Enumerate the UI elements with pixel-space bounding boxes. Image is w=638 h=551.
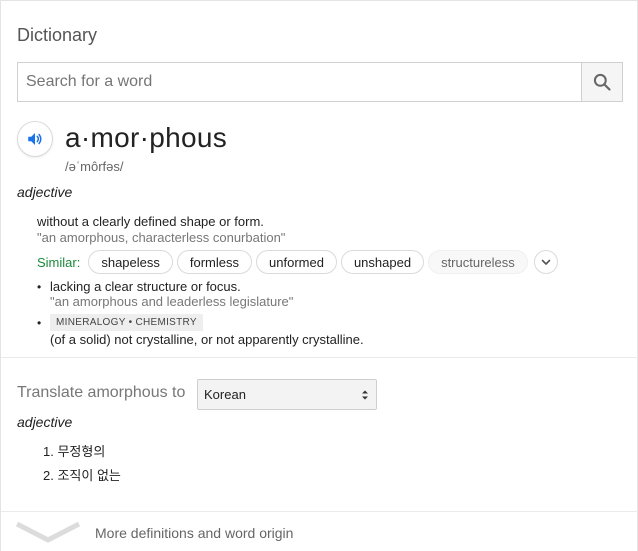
chevron-down-icon — [541, 259, 551, 265]
bullet-3: • — [37, 316, 42, 330]
search-button[interactable] — [581, 63, 622, 101]
similar-chip-formless[interactable]: formless — [176, 250, 253, 274]
more-definitions-link[interactable]: More definitions and word origin — [1, 512, 638, 551]
search-icon — [593, 73, 611, 91]
section-divider — [1, 357, 638, 358]
phonetic: /əˈmôrfəs/ — [65, 159, 124, 174]
more-definitions-label: More definitions and word origin — [95, 525, 294, 541]
definition-3: (of a solid) not crystalline, or not app… — [50, 332, 364, 347]
pronounce-button[interactable] — [17, 121, 53, 157]
translation-item-2: 2. 조직이 없는 — [43, 468, 121, 483]
similar-chip-unshaped[interactable]: unshaped — [340, 250, 425, 274]
similar-chip-unformed[interactable]: unformed — [256, 250, 337, 274]
dictionary-card: Dictionary a·mor·phous /əˈmôrfəs/ adject… — [0, 0, 638, 551]
translate-label: Translate amorphous to — [17, 384, 186, 401]
definition-2: lacking a clear structure or focus. — [50, 279, 241, 294]
similar-chip-shapeless[interactable]: shapeless — [88, 250, 173, 274]
similar-words: Similar: shapeless formless unformed uns… — [37, 250, 558, 274]
example-1: "an amorphous, characterless conurbation… — [37, 230, 286, 245]
updown-arrows-icon — [362, 390, 368, 399]
search-box — [17, 62, 623, 102]
example-2: "an amorphous and leaderless legislature… — [50, 294, 294, 309]
translation-item-1: 1. 무정형의 — [43, 444, 106, 459]
card-title: Dictionary — [17, 25, 98, 45]
search-input[interactable] — [18, 63, 581, 101]
headword: a·mor·phous — [65, 122, 228, 153]
part-of-speech: adjective — [17, 184, 73, 200]
language-select[interactable]: Korean — [197, 379, 377, 410]
subject-tag: MINERALOGY • CHEMISTRY — [50, 314, 203, 331]
similar-chip-structureless[interactable]: structureless — [428, 250, 528, 274]
expand-similar-button[interactable] — [533, 250, 558, 274]
chevron-down-icon — [15, 521, 81, 543]
similar-label: Similar: — [37, 254, 81, 270]
speaker-icon — [28, 133, 42, 145]
translation-part-of-speech: adjective — [17, 414, 73, 430]
language-select-value: Korean — [204, 387, 246, 402]
definition-1: without a clearly defined shape or form. — [37, 214, 264, 229]
bullet-2: • — [37, 280, 42, 294]
